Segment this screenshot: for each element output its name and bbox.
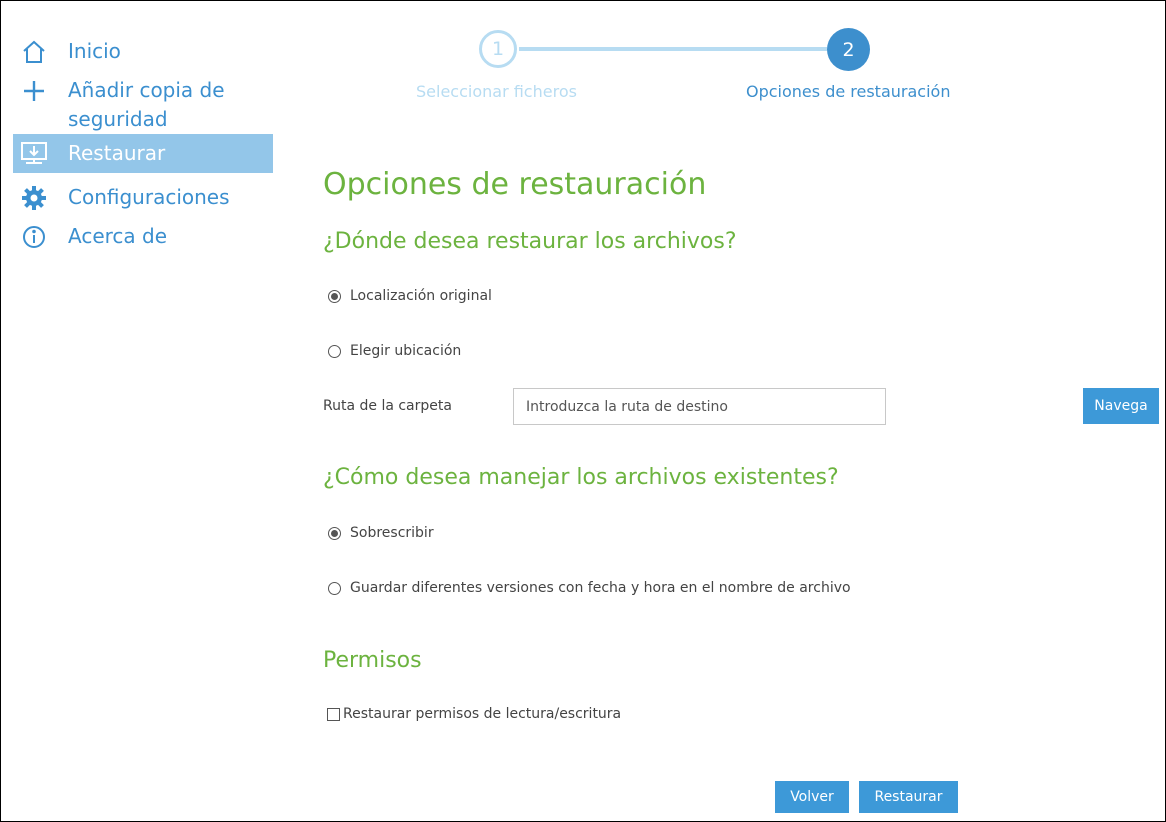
back-button[interactable]: Volver <box>775 781 849 813</box>
restore-permissions-option[interactable]: Restaurar permisos de lectura/escritura <box>327 706 621 722</box>
home-icon <box>19 37 49 66</box>
radio-keep-versions[interactable]: Guardar diferentes versiones con fecha y… <box>328 580 851 596</box>
sidebar-item-restore[interactable]: Restaurar <box>13 134 273 173</box>
radio-label: Sobrescribir <box>350 525 434 541</box>
checkbox-label: Restaurar permisos de lectura/escritura <box>343 706 622 722</box>
stepper-line <box>519 47 827 51</box>
permissions-heading: Permisos <box>323 648 422 673</box>
browse-button[interactable]: Navega <box>1083 388 1159 424</box>
sidebar-item-label: Inicio <box>68 39 121 63</box>
step-2-label: Opciones de restauración <box>746 82 951 101</box>
sidebar-item-add-backup[interactable]: Añadir copia de seguridad <box>13 71 273 139</box>
sidebar-item-label: Restaurar <box>68 141 166 165</box>
location-heading: ¿Dónde desea restaurar los archivos? <box>323 229 737 254</box>
step-1-circle[interactable]: 1 <box>479 30 517 68</box>
page-title: Opciones de restauración <box>323 167 707 202</box>
sidebar-item-label: Configuraciones <box>68 185 230 209</box>
info-icon <box>19 222 49 251</box>
radio-label: Guardar diferentes versiones con fecha y… <box>350 580 851 596</box>
radio-label: Elegir ubicación <box>350 343 462 359</box>
sidebar-item-inicio[interactable]: Inicio <box>13 32 273 71</box>
folder-path-label: Ruta de la carpeta <box>323 398 452 414</box>
radio-original-location[interactable]: Localización original <box>328 288 492 304</box>
radio-button[interactable] <box>328 344 341 358</box>
step-2-circle: 2 <box>827 28 870 71</box>
plus-icon <box>19 76 49 105</box>
sidebar-item-label: Añadir copia de seguridad <box>68 78 225 131</box>
restore-icon <box>19 139 49 168</box>
sidebar-item-settings[interactable]: Configuraciones <box>13 178 273 217</box>
radio-label: Localización original <box>350 288 492 304</box>
radio-button[interactable] <box>328 581 341 595</box>
restore-button[interactable]: Restaurar <box>859 781 958 813</box>
radio-choose-location[interactable]: Elegir ubicación <box>328 343 461 359</box>
existing-files-heading: ¿Cómo desea manejar los archivos existen… <box>323 465 839 490</box>
radio-overwrite[interactable]: Sobrescribir <box>328 525 434 541</box>
folder-path-input[interactable] <box>513 388 886 425</box>
step-1-label[interactable]: Seleccionar ficheros <box>416 82 577 101</box>
restore-permissions-checkbox[interactable] <box>327 707 340 721</box>
sidebar-item-label: Acerca de <box>68 224 168 248</box>
gear-icon <box>19 183 49 212</box>
radio-button-checked[interactable] <box>328 289 341 303</box>
sidebar-item-about[interactable]: Acerca de <box>13 217 273 256</box>
radio-button-checked[interactable] <box>328 526 341 540</box>
